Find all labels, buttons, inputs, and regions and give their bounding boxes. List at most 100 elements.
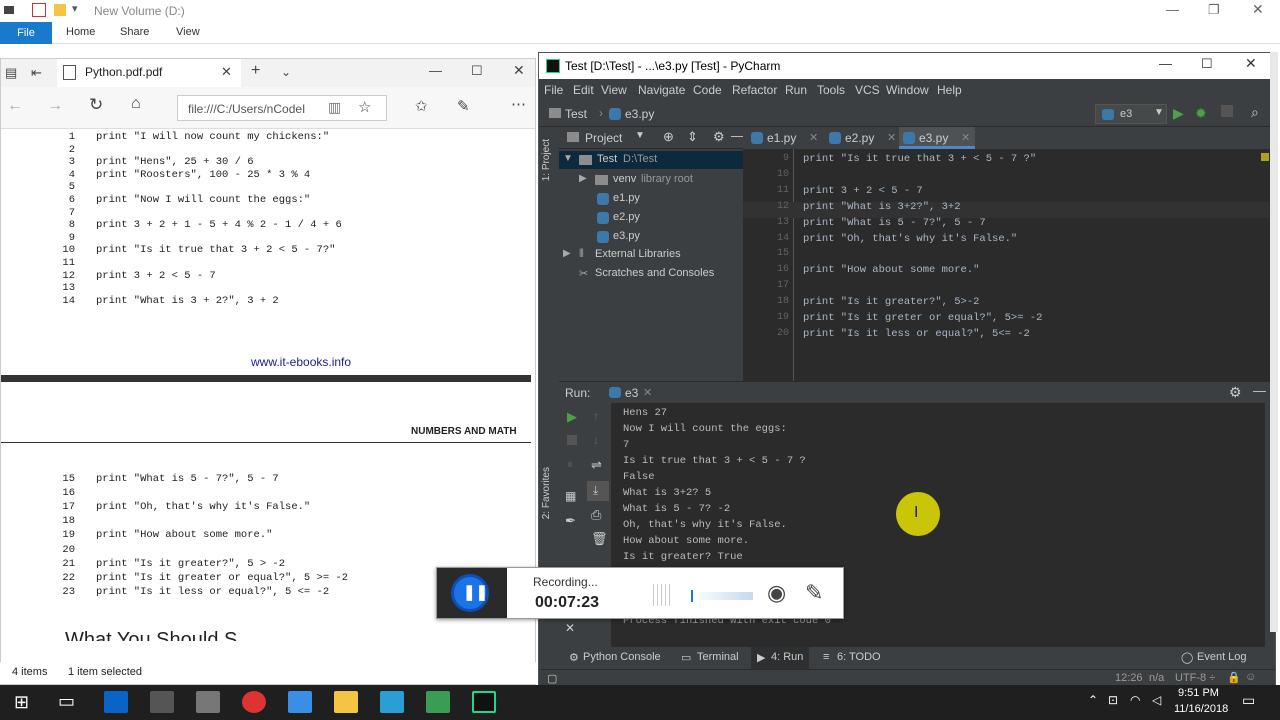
restore-icon[interactable]: ❐ [1208, 2, 1220, 18]
lock-icon[interactable]: 🔒 [1227, 671, 1241, 684]
pause-icon[interactable]: ⏸ [567, 457, 573, 472]
quick-access-dropdown-icon[interactable]: ▾ [72, 2, 78, 15]
tab-close-icon[interactable]: ✕ [961, 127, 970, 149]
scroll-up-icon[interactable]: ↑ [593, 409, 599, 423]
run-tab-name[interactable]: e3 [625, 386, 638, 400]
favorite-star-icon[interactable]: ☆ [358, 98, 371, 116]
pause-button[interactable]: ❚❚ [451, 574, 489, 612]
inspector-icon[interactable]: ☺ [1245, 671, 1256, 683]
restore-layout-icon[interactable]: ▦ [565, 489, 576, 503]
web-note-icon[interactable]: ✎ [457, 97, 470, 115]
menu-file[interactable]: File [544, 83, 563, 97]
refresh-icon[interactable]: ↻ [89, 95, 103, 115]
tool-tab-todo[interactable]: 6: TODO [837, 651, 881, 663]
maximize-icon[interactable]: ☐ [1201, 56, 1213, 72]
scroll-down-icon[interactable]: ↓ [593, 433, 599, 447]
trash-icon[interactable]: 🗑 [591, 531, 608, 547]
clock-date[interactable]: 11/16/2018 [1174, 703, 1228, 715]
chrome-taskbar-icon[interactable] [242, 691, 266, 713]
menu-window[interactable]: Window [886, 83, 929, 97]
set-aside-tabs-icon[interactable]: ⇤ [31, 65, 42, 81]
minimize-icon[interactable]: — [1159, 56, 1172, 71]
webcam-icon[interactable]: ◉ [767, 580, 786, 606]
menu-vcs[interactable]: VCS [855, 83, 880, 97]
new-tab-icon[interactable]: + [251, 62, 260, 80]
collapse-icon[interactable]: ⇕ [687, 129, 698, 145]
menu-view[interactable]: View [601, 83, 627, 97]
clock-time[interactable]: 9:51 PM [1178, 687, 1219, 699]
expand-icon[interactable]: ▼ [563, 153, 573, 164]
tab-preview-icon[interactable]: ▤ [5, 65, 17, 81]
project-view-label[interactable]: Project [585, 131, 622, 145]
toggle-tool-windows-icon[interactable]: ▢ [547, 672, 557, 685]
menu-edit[interactable]: Edit [573, 83, 594, 97]
pycharm-taskbar-icon[interactable] [472, 691, 496, 713]
tree-external-libraries[interactable]: External Libraries [595, 248, 681, 260]
minimize-icon[interactable]: — [1166, 2, 1179, 17]
close-icon[interactable]: ✕ [1252, 1, 1264, 18]
wifi-icon[interactable]: ◠ [1130, 693, 1140, 707]
rerun-icon[interactable]: ▶ [567, 409, 577, 425]
tree-root-row[interactable]: ▼ Test D:\Test [559, 151, 743, 169]
tab-e3[interactable]: e3.py ✕ [899, 127, 975, 149]
tray-chevron-icon[interactable]: ⌃ [1088, 693, 1098, 707]
reading-view-icon[interactable]: ▥ [328, 99, 341, 116]
tab-close-icon[interactable]: ✕ [887, 127, 896, 149]
caret-position[interactable]: 12:26 [1115, 672, 1143, 684]
menu-navigate[interactable]: Navigate [638, 83, 685, 97]
run-icon[interactable]: ▶ [1173, 105, 1184, 122]
expand-icon[interactable]: ▶ [563, 248, 571, 259]
close-run-icon[interactable]: ✕ [565, 621, 575, 635]
breadcrumb-project[interactable]: Test [565, 107, 587, 121]
expand-icon[interactable]: ▶ [579, 173, 587, 184]
tab-list-chevron-icon[interactable]: ⌄ [281, 65, 291, 79]
recorder-taskbar-icon[interactable] [426, 691, 450, 713]
pen-icon[interactable]: ✎ [805, 580, 823, 606]
menu-run[interactable]: Run [785, 83, 807, 97]
hide-icon[interactable]: — [1253, 383, 1266, 398]
tool-tab-python-console[interactable]: Python Console [583, 651, 661, 663]
tab-e2[interactable]: e2.py ✕ [825, 127, 901, 149]
tree-venv[interactable]: venv [613, 173, 636, 185]
address-bar[interactable]: file:///C:/Users/nCodeI ▥ ☆ [177, 95, 387, 121]
tab-close-icon[interactable]: ✕ [221, 64, 232, 80]
menu-code[interactable]: Code [693, 83, 722, 97]
line-separator[interactable]: n/a [1149, 672, 1164, 684]
folder-icon[interactable] [54, 4, 66, 16]
favorites-tool-tab[interactable]: 2: Favorites [541, 467, 552, 519]
ribbon-tab-home[interactable]: Home [66, 26, 95, 38]
close-icon[interactable]: ✕ [1245, 55, 1257, 72]
network-icon[interactable]: ⊡ [1108, 693, 1118, 707]
code-editor[interactable]: 9 print "Is it true that 3 + < 5 - 7 ?" 10… [743, 149, 1275, 383]
tool-tab-run-active[interactable]: ▶ 4: Run [751, 647, 809, 669]
stop-icon[interactable] [1221, 105, 1233, 117]
desktop-scrollbar[interactable] [1270, 52, 1278, 632]
stop-icon[interactable] [567, 435, 577, 445]
volume-slider[interactable] [691, 592, 753, 600]
file-encoding[interactable]: UTF-8 ÷ [1175, 672, 1215, 684]
print-icon[interactable]: ⎙ [591, 507, 601, 523]
gear-icon[interactable]: ⚙ [713, 129, 725, 145]
run-tab-close-icon[interactable]: ✕ [643, 386, 652, 399]
soft-wrap-icon[interactable]: ⇌ [591, 457, 602, 473]
app2-taskbar-icon[interactable] [380, 691, 404, 713]
properties-icon[interactable] [32, 3, 46, 17]
menu-help[interactable]: Help [937, 83, 962, 97]
project-tool-tab[interactable]: 1: Project [541, 139, 552, 181]
back-icon[interactable]: ← [7, 97, 23, 115]
edge-tab-active[interactable]: Python.pdf.pdf ✕ [57, 59, 241, 87]
more-icon[interactable]: ⋯ [511, 95, 526, 113]
pdf-link[interactable]: www.it-ebooks.info [251, 355, 351, 369]
tree-scratches[interactable]: Scratches and Consoles [595, 267, 714, 279]
tree-file-e2[interactable]: e2.py [613, 211, 640, 223]
windows-start-icon[interactable]: ⊞ [14, 692, 29, 713]
mail-taskbar-icon[interactable] [196, 691, 220, 713]
menu-tools[interactable]: Tools [817, 83, 845, 97]
event-log[interactable]: Event Log [1197, 651, 1247, 663]
volume-thumb[interactable] [691, 590, 693, 602]
debug-icon[interactable]: ✹ [1195, 105, 1207, 122]
close-icon[interactable]: ✕ [513, 62, 525, 79]
ribbon-tab-view[interactable]: View [176, 26, 200, 38]
tab-close-icon[interactable]: ✕ [809, 127, 818, 149]
tree-file-e3[interactable]: e3.py [613, 230, 640, 242]
